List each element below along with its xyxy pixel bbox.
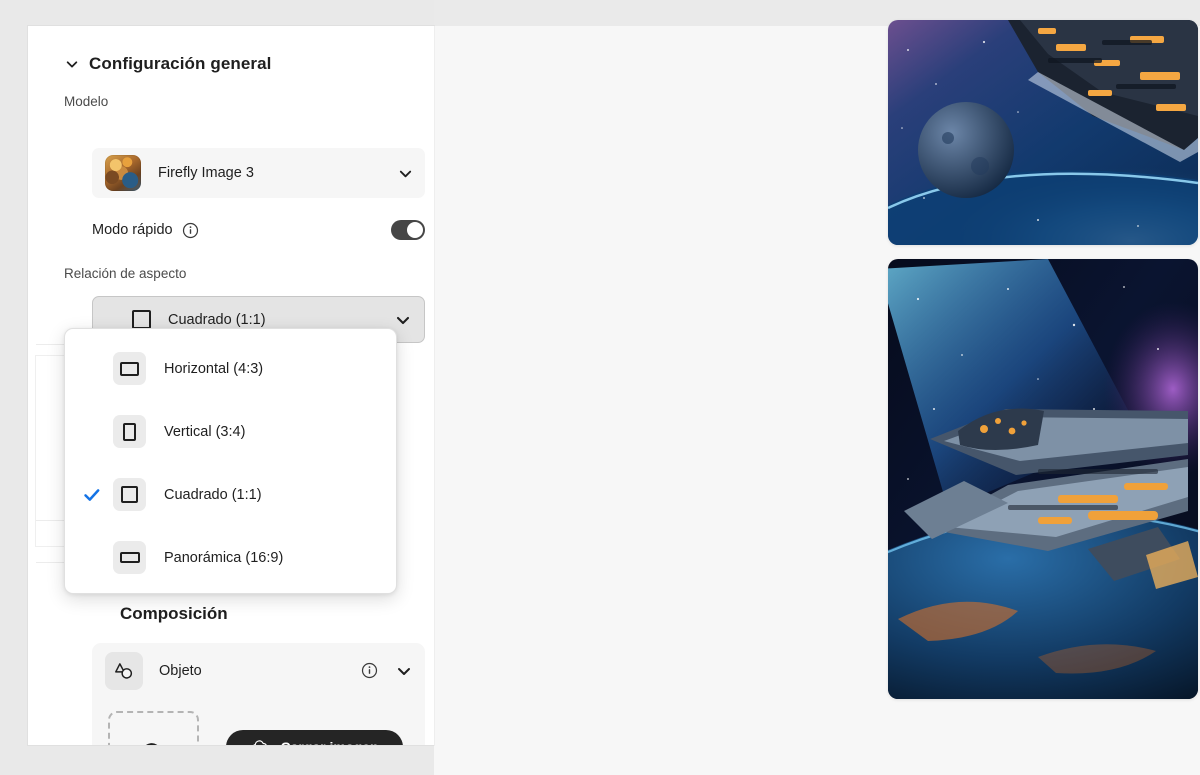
fast-mode-row: Modo rápido (92, 216, 425, 244)
upload-image-label: Cargar imagen (280, 739, 378, 745)
object-shapes-icon (105, 651, 143, 690)
info-icon[interactable] (182, 222, 199, 239)
composition-title: Composición (120, 604, 228, 623)
portrait-ratio-icon (113, 415, 146, 448)
toggle-knob (407, 222, 423, 238)
square-ratio-icon (132, 310, 151, 329)
model-select[interactable]: Firefly Image 3 (92, 148, 425, 198)
generated-image-1[interactable] (888, 20, 1198, 245)
chevron-down-icon[interactable] (396, 663, 412, 679)
aspect-ratio-label: Relación de aspecto (64, 266, 187, 281)
app-root: Configuración general Modelo Firefly Ima… (0, 0, 1200, 775)
aspect-ratio-option-label: Cuadrado (1:1) (164, 486, 262, 503)
model-thumbnail-icon (105, 155, 141, 191)
objeto-label: Objeto (159, 662, 202, 679)
aspect-ratio-option-label: Horizontal (4:3) (164, 360, 264, 377)
landscape-ratio-icon (113, 352, 146, 385)
upload-image-button[interactable]: Cargar imagen (226, 730, 403, 745)
generated-image-2[interactable] (888, 259, 1198, 699)
aspect-ratio-option-widescreen[interactable]: Panorámica (16:9) (65, 526, 396, 589)
square-ratio-icon (113, 478, 146, 511)
aspect-ratio-option-vertical[interactable]: Vertical (3:4) (65, 400, 396, 463)
objeto-header[interactable]: Objeto (92, 643, 425, 698)
aspect-ratio-value: Cuadrado (1:1) (168, 311, 266, 328)
model-label: Modelo (64, 94, 109, 109)
image-dropzone[interactable] (108, 711, 199, 745)
fast-mode-toggle[interactable] (391, 220, 425, 240)
chevron-down-icon (398, 166, 413, 181)
chevron-down-icon (65, 57, 79, 71)
fast-mode-label: Modo rápido (92, 222, 173, 238)
cloud-upload-icon (250, 737, 271, 745)
section-title: Configuración general (89, 54, 272, 73)
aspect-ratio-option-label: Panorámica (16:9) (164, 549, 284, 566)
aspect-ratio-option-horizontal[interactable]: Horizontal (4:3) (65, 337, 396, 400)
cloud-upload-icon (132, 738, 176, 745)
aspect-ratio-dropdown: Horizontal (4:3) Vertical (3:4) Cuadrado… (64, 328, 397, 594)
check-icon (81, 486, 103, 504)
model-value: Firefly Image 3 (158, 165, 254, 181)
aspect-ratio-option-square[interactable]: Cuadrado (1:1) (65, 463, 396, 526)
widescreen-ratio-icon (113, 541, 146, 574)
chevron-down-icon (395, 312, 411, 328)
objeto-card: Objeto (92, 643, 425, 745)
info-icon[interactable] (361, 662, 378, 679)
aspect-ratio-option-label: Vertical (3:4) (164, 423, 246, 440)
general-settings-header[interactable]: Configuración general (28, 26, 434, 74)
